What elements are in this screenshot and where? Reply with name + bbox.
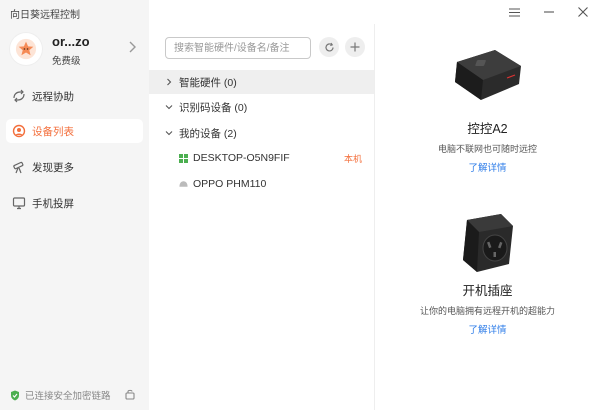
security-status: 已连接安全加密链路 — [10, 388, 111, 402]
device-name: OPPO PHM110 — [193, 178, 267, 190]
product-desc: 让你的电脑拥有远程开机的超能力 — [419, 306, 555, 316]
nav-label: 设备列表 — [32, 125, 74, 138]
sidebar: or...zo 免费级 远程协助 设备列表 发现更多 手机投屏 已连接安全加密链… — [0, 0, 149, 410]
lock-icon[interactable] — [124, 388, 136, 400]
android-icon — [179, 180, 188, 189]
refresh-icon — [324, 42, 334, 52]
group-label: 识别码设备 (0) — [179, 101, 248, 114]
nav-item-discover[interactable]: 发现更多 — [6, 155, 143, 179]
chevron-right-icon — [165, 78, 173, 86]
nav-item-device-list[interactable]: 设备列表 — [6, 119, 143, 143]
device-list-icon — [12, 124, 26, 138]
user-level: 免费级 — [52, 56, 81, 67]
remote-assist-icon — [12, 89, 26, 103]
nav-label: 手机投屏 — [32, 197, 74, 210]
group-smart-hardware[interactable]: 智能硬件 (0) — [149, 70, 374, 94]
monitor-icon — [12, 196, 26, 210]
remote-box-a2-image — [455, 50, 521, 100]
nav-item-remote-assist[interactable]: 远程协助 — [6, 84, 143, 108]
group-label: 智能硬件 (0) — [179, 76, 237, 89]
telescope-icon — [12, 160, 26, 174]
chevron-right-icon[interactable] — [127, 41, 137, 53]
product-card-a2: 控控A2 电脑不联网也可随时远控 了解详情 — [375, 118, 600, 174]
chevron-down-icon — [165, 129, 173, 137]
security-text: 已连接安全加密链路 — [25, 391, 111, 402]
product-card-smart-plug: 开机插座 让你的电脑拥有远程开机的超能力 了解详情 — [375, 280, 600, 336]
nav-label: 远程协助 — [32, 90, 74, 103]
chevron-down-icon — [165, 103, 173, 111]
search-input[interactable] — [165, 37, 311, 59]
learn-more-link[interactable]: 了解详情 — [375, 322, 600, 336]
product-name: 控控A2 — [467, 122, 508, 136]
product-name: 开机插座 — [462, 284, 513, 298]
group-label: 我的设备 (2) — [179, 127, 237, 140]
avatar[interactable] — [10, 33, 42, 65]
device-row[interactable]: OPPO PHM110 — [149, 172, 374, 196]
product-desc: 电脑不联网也可随时远控 — [437, 144, 537, 154]
nav-item-screen-cast[interactable]: 手机投屏 — [6, 191, 143, 215]
add-device-button[interactable] — [345, 37, 365, 57]
promo-panel: 控控A2 电脑不联网也可随时远控 了解详情 开机插座 让你的电脑拥有远程开机的超… — [375, 0, 600, 410]
user-name[interactable]: or...zo — [52, 34, 90, 49]
local-device-badge: 本机 — [344, 154, 363, 164]
group-my-devices[interactable]: 我的设备 (2) — [149, 121, 374, 145]
group-id-devices[interactable]: 识别码设备 (0) — [149, 95, 374, 119]
learn-more-link[interactable]: 了解详情 — [375, 160, 600, 174]
star-avatar-icon — [15, 38, 37, 60]
device-name: DESKTOP-O5N9FIF — [193, 152, 290, 164]
device-row[interactable]: DESKTOP-O5N9FIF — [149, 146, 374, 170]
nav-label: 发现更多 — [32, 161, 74, 174]
smart-plug-image — [463, 214, 513, 272]
plus-icon — [350, 42, 360, 52]
device-list-panel: 智能硬件 (0) 识别码设备 (0) 我的设备 (2) DESKTOP-O5N9… — [149, 0, 374, 410]
refresh-button[interactable] — [319, 37, 339, 57]
shield-check-icon — [11, 390, 19, 400]
app-title: 向日葵远程控制 — [10, 10, 80, 21]
windows-icon — [179, 153, 188, 163]
